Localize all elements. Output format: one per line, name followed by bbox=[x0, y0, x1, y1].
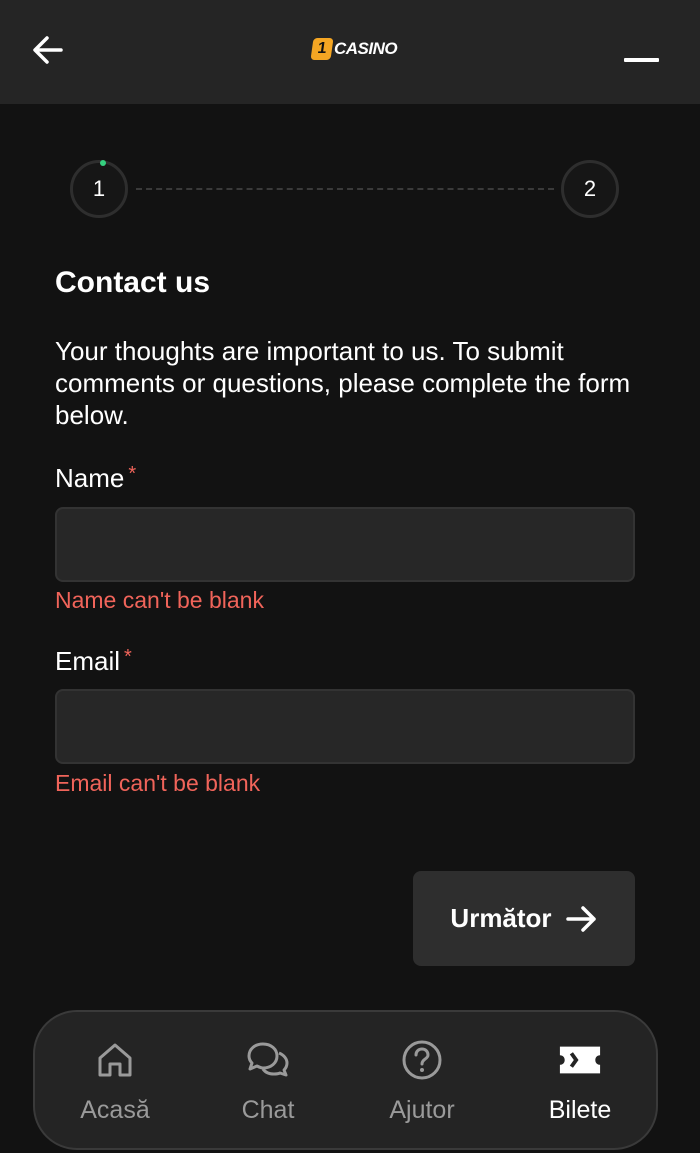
step-1-number: 1 bbox=[92, 176, 106, 201]
menu-button[interactable] bbox=[620, 44, 662, 74]
step-2-number: 2 bbox=[583, 176, 597, 201]
arrow-left-icon bbox=[33, 36, 63, 64]
name-input[interactable] bbox=[55, 507, 635, 582]
logo-badge: 1 bbox=[310, 38, 334, 60]
name-label: Name * bbox=[55, 463, 136, 494]
step-2: 2 bbox=[561, 160, 619, 218]
nav-item-tickets[interactable]: Bilete bbox=[520, 1038, 640, 1134]
form-description: Your thoughts are important to us. To su… bbox=[55, 336, 631, 430]
next-button[interactable]: Următor bbox=[413, 871, 635, 966]
step-1: 1 bbox=[70, 160, 128, 218]
name-required-mark: * bbox=[128, 463, 137, 485]
name-error: Name can't be blank bbox=[55, 587, 264, 613]
bottom-navigation: Acasă Chat Ajutor Bilete bbox=[33, 1010, 658, 1150]
nav-label-chat: Chat bbox=[241, 1096, 295, 1124]
step-progress-dot bbox=[100, 160, 106, 166]
form-stepper: 1 2 bbox=[70, 160, 620, 220]
email-required-mark: * bbox=[124, 646, 132, 668]
page-title: Contact us bbox=[55, 266, 211, 299]
name-label-text: Name bbox=[55, 463, 125, 493]
next-button-label: Următor bbox=[450, 903, 552, 933]
chat-icon bbox=[246, 1038, 290, 1082]
casino-logo: 1 CASINO bbox=[310, 36, 398, 62]
arrow-right-icon bbox=[565, 905, 596, 932]
help-icon bbox=[400, 1038, 444, 1082]
logo-text: CASINO bbox=[334, 39, 398, 58]
nav-label-tickets: Bilete bbox=[548, 1096, 612, 1124]
email-error: Email can't be blank bbox=[55, 770, 261, 796]
email-label-text: Email bbox=[55, 646, 121, 676]
nav-item-chat[interactable]: Chat bbox=[208, 1038, 328, 1134]
ticket-icon bbox=[558, 1038, 602, 1082]
nav-label-home: Acasă bbox=[80, 1096, 150, 1124]
email-label: Email * bbox=[55, 646, 132, 677]
email-input[interactable] bbox=[55, 689, 635, 764]
home-icon bbox=[93, 1038, 137, 1082]
nav-item-home[interactable]: Acasă bbox=[55, 1038, 175, 1134]
top-header: 1 CASINO bbox=[0, 0, 700, 104]
stepper-connector bbox=[136, 188, 554, 190]
nav-label-help: Ajutor bbox=[389, 1096, 455, 1124]
menu-icon bbox=[624, 58, 659, 62]
back-button[interactable] bbox=[28, 30, 68, 70]
nav-item-help[interactable]: Ajutor bbox=[362, 1038, 482, 1134]
